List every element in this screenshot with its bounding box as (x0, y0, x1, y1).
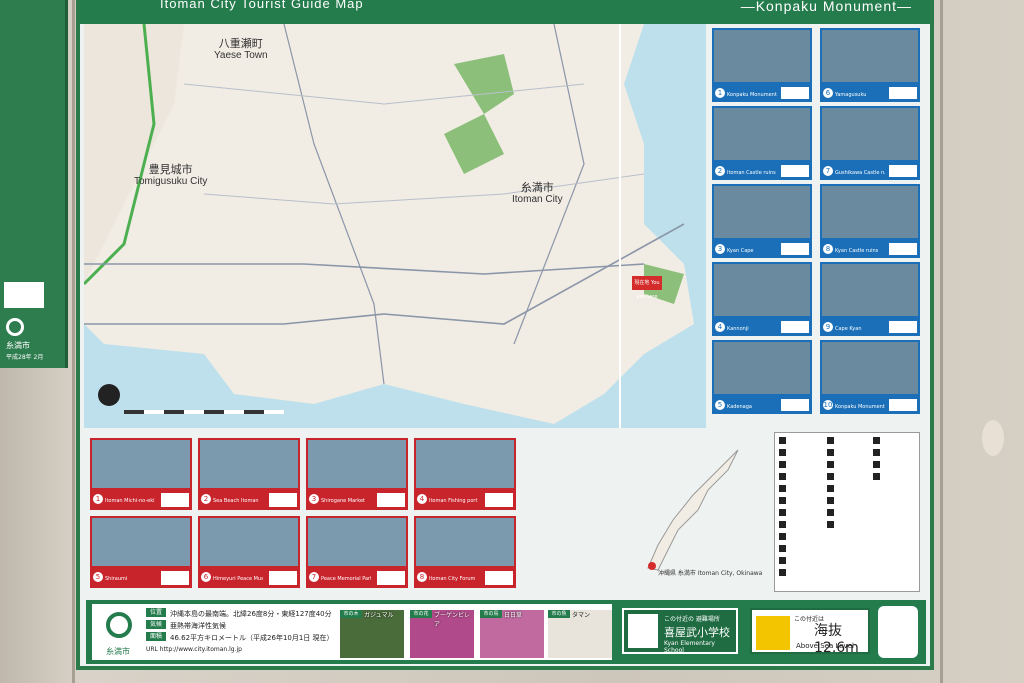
info-tag: 位置 (146, 608, 166, 617)
photo-card: 6Himeyuri Peace Museum (198, 516, 300, 588)
guide-board: Itoman City Tourist Guide Map —Konpaku M… (76, 0, 934, 670)
label-tomigusuku: 豊見城市 Tomigusuku City (134, 164, 208, 188)
photo-card: 3 Kyan Cape (712, 184, 812, 258)
qr-code (4, 282, 44, 308)
okinawa-island-shape (647, 449, 739, 571)
you-are-here-marker: 現在地 You are here (632, 276, 662, 300)
city-flower-image: 市の花 ブーゲンビレア (410, 610, 474, 658)
label-yaese: 八重瀬町 Yaese Town (214, 38, 268, 62)
mascot-image (878, 606, 918, 658)
photo-card: 7Gushikawa Castle ruins (820, 106, 920, 180)
photo-card: 4 Kannonji (712, 262, 812, 336)
photo-card: 2 Sea Beach Itoman (198, 438, 300, 510)
photo-card: 1 Konpaku Monument (712, 28, 812, 102)
scale-bar (124, 410, 284, 414)
okinawa-label: 沖縄県 糸満市 Itoman City, Okinawa (658, 570, 763, 577)
city-map: 八重瀬町 Yaese Town 豊見城市 Tomigusuku City 糸満市 It… (84, 24, 706, 428)
city-fish-image: 市の魚 タマン (548, 610, 612, 658)
wall-sticker (982, 420, 1004, 456)
board-title: Itoman City Tourist Guide Map (160, 0, 364, 11)
photo-card: 8 Itoman City Forum (414, 516, 516, 588)
photo-card: 10 Konpaku Monument (820, 340, 920, 414)
photo-card: 1 Itoman Michi-no-eki (90, 438, 192, 510)
city-tree-image: 市の木 ガジュマル (340, 610, 404, 658)
wall-groove (940, 0, 943, 683)
info-area: 46.62平方キロメートル（平成26年10月1日 現在） (170, 634, 334, 642)
city-logo-icon (6, 318, 24, 336)
side-city-name: 糸満市 (6, 341, 30, 350)
city-info-box: 糸満市 位置 気候 面積 沖縄本島の最南端。北緯26度8分・東経127度40分 … (92, 604, 612, 660)
bottom-photo-grid: 1 Itoman Michi-no-eki 2 Sea Beach Itoman 3… (90, 438, 520, 590)
side-year: 平成28年 2月 (6, 354, 44, 361)
sea-level-sign: この付近は 海抜 12.6m Above Sea Level (750, 608, 870, 656)
okinawa-inset-map: 沖縄県 糸満市 Itoman City, Okinawa (628, 440, 762, 590)
photo-card: 2 Itoman Castle ruins (712, 106, 812, 180)
info-tag: 面積 (146, 632, 166, 641)
info-climate: 亜熱帯海洋性気候 (170, 622, 226, 630)
label-itoman: 糸満市 Itoman City (512, 182, 563, 206)
evacuation-icon (628, 614, 658, 648)
photo-card: 3 Shirogane Market (306, 438, 408, 510)
photo-card: 4 Itoman Fishing port (414, 438, 516, 510)
photo-card: 5 Kadenaga (712, 340, 812, 414)
photo-card: 8 Kyan Castle ruins (820, 184, 920, 258)
wall-groove (72, 0, 75, 683)
footer-city-name: 糸満市 (106, 647, 130, 656)
wave-warning-icon (756, 616, 790, 650)
compass-icon (98, 384, 120, 406)
photo-card: 7 Peace Memorial Park (306, 516, 408, 588)
info-tag: 気候 (146, 620, 166, 629)
board-footer: 糸満市 位置 気候 面積 沖縄本島の最南端。北緯26度8分・東経127度40分 … (86, 600, 926, 664)
side-panel: 糸満市 平成28年 2月 (0, 0, 68, 368)
right-photo-grid: 1 Konpaku Monument 6 Yamagusuku 2 Itoman Ca… (712, 28, 924, 416)
city-logo-icon (106, 612, 132, 638)
photo-card: 6 Yamagusuku (820, 28, 920, 102)
info-location: 沖縄本島の最南端。北緯26度8分・東経127度40分 (170, 610, 332, 618)
photo-card: 9 Cape Kyan (820, 262, 920, 336)
city-bird-image: 市の鳥 日日草 (480, 610, 544, 658)
board-header: Itoman City Tourist Guide Map —Konpaku M… (80, 0, 930, 24)
map-drawing (84, 24, 694, 428)
map-legend (774, 432, 920, 592)
board-subtitle: —Konpaku Monument— (740, 0, 912, 14)
info-url: URL http://www.city.itoman.lg.jp (146, 646, 242, 653)
photo-card: 5 Shiraumi (90, 516, 192, 588)
evacuation-area-sign: この付近の 避難場所 喜屋武小学校 Kyan Elementary School (622, 608, 738, 654)
